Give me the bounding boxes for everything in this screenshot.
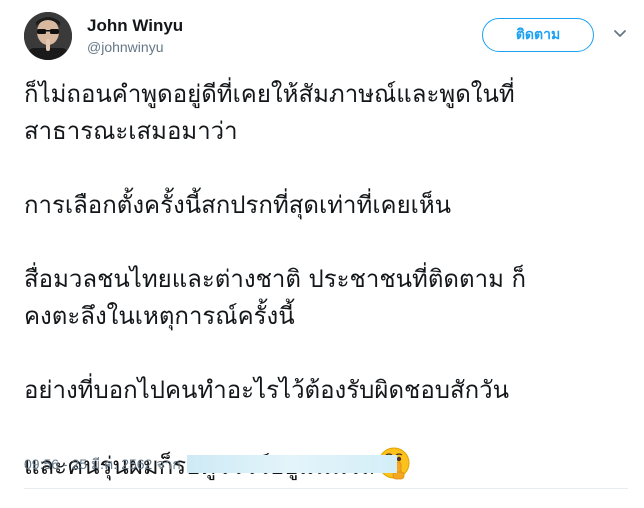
tweet-paragraph-4: อย่างที่บอกไปคนทำอะไรไว้ต้องรับผิดชอบสัก…: [24, 372, 624, 409]
tweet-timestamp[interactable]: 09:56 - 25 มี.ค. 2562 จาก: [24, 456, 181, 472]
chevron-down-icon[interactable]: [610, 24, 630, 44]
redacted-source: [186, 455, 397, 473]
tweet-line: คงตะลึงในเหตุการณ์ครั้งนี้: [24, 302, 295, 330]
follow-button[interactable]: ติดตาม: [482, 18, 594, 52]
tweet-header: John Winyu @johnwinyu ติดตาม: [24, 12, 628, 68]
tweet-paragraph-1: ก็ไม่ถอนคำพูดอยู่ดีที่เคยให้สัมภาษณ์และพ…: [24, 76, 624, 150]
tweet-line: สื่อมวลชนไทยและต่างชาติ ประชาชนที่ติดตาม…: [24, 265, 527, 293]
tweet-metadata: 09:56 - 25 มี.ค. 2562 จาก: [24, 454, 397, 476]
tweet-line: อย่างที่บอกไปคนทำอะไรไว้ต้องรับผิดชอบสัก…: [24, 376, 510, 404]
avatar-image: [24, 12, 72, 60]
tweet-paragraph-2: การเลือกตั้งครั้งนี้สกปรกที่สุดเท่าที่เค…: [24, 187, 624, 224]
divider: [24, 488, 628, 489]
user-handle[interactable]: @johnwinyu: [87, 39, 163, 55]
tweet-paragraph-3: สื่อมวลชนไทยและต่างชาติ ประชาชนที่ติดตาม…: [24, 261, 624, 335]
tweet-text: ก็ไม่ถอนคำพูดอยู่ดีที่เคยให้สัมภาษณ์และพ…: [24, 76, 624, 485]
tweet-line: การเลือกตั้งครั้งนี้สกปรกที่สุดเท่าที่เค…: [24, 191, 452, 219]
avatar[interactable]: [24, 12, 72, 60]
display-name[interactable]: John Winyu: [87, 16, 183, 36]
tweet-line: สาธารณะเสมอมาว่า: [24, 117, 238, 145]
tweet-line: ก็ไม่ถอนคำพูดอยู่ดีที่เคยให้สัมภาษณ์และพ…: [24, 80, 515, 108]
